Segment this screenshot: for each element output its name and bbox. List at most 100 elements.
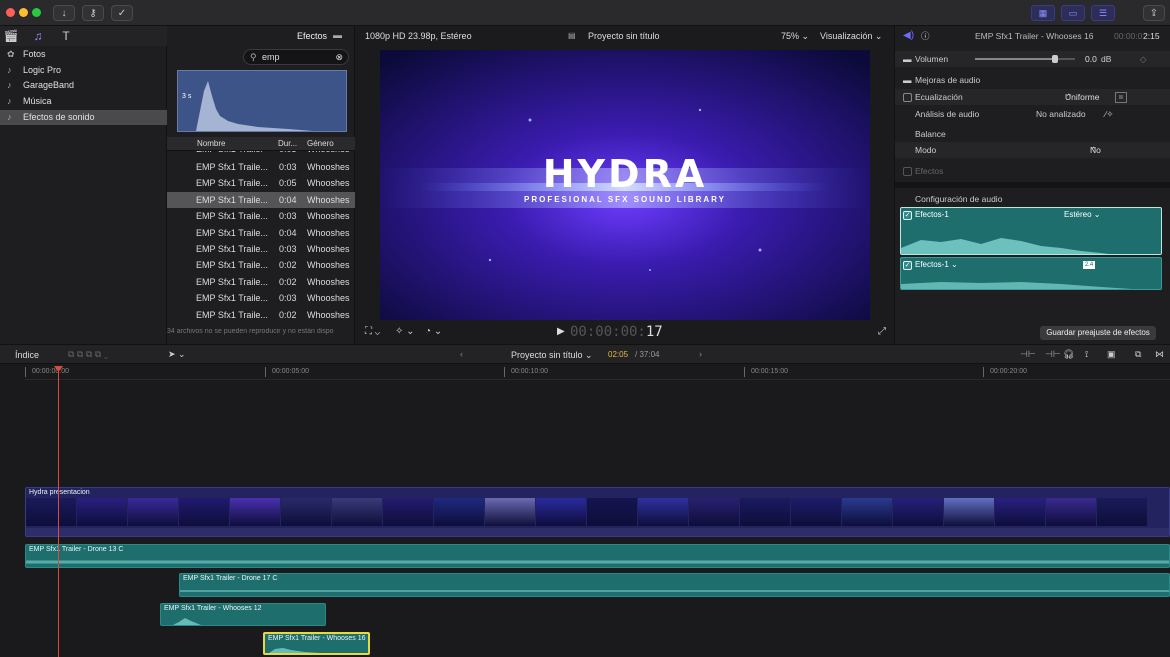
list-item[interactable]: EMP Sfx1 Traile... 0:03 Whooshes: [167, 208, 355, 224]
forward-button[interactable]: ›: [699, 349, 702, 359]
browser-toggle-button[interactable]: ▦: [1031, 5, 1055, 21]
snapping-icon[interactable]: ⟟: [1085, 349, 1088, 360]
list-item[interactable]: EMP Sfx1 Traile... 0:04 Whooshes: [167, 225, 355, 241]
library-item-musica[interactable]: ♪ Música: [0, 94, 167, 109]
audio-clip-drone-13[interactable]: EMP Sfx1 Trailer - Drone 13 C: [25, 544, 1170, 568]
enhance-menu[interactable]: ✧ ⌄: [395, 326, 415, 337]
share-button[interactable]: ⇪: [1143, 5, 1165, 21]
save-preset-button[interactable]: Guardar preajuste de efectos: [1040, 326, 1156, 340]
channel-2-select[interactable]: Efectos-1 ⌄: [915, 260, 958, 269]
inspector-toggle-button[interactable]: ☰: [1091, 5, 1115, 21]
speaker-icon[interactable]: ◀): [903, 28, 914, 44]
info-icon[interactable]: ⓘ: [921, 28, 930, 44]
keyframe-icon[interactable]: ◇: [1140, 51, 1147, 67]
list-item[interactable]: EMP Sfx1 Traile... 0:02 Whooshes: [167, 274, 355, 290]
clear-search-icon[interactable]: ⊗: [335, 50, 343, 64]
eq-select[interactable]: Uniforme ⌃: [1065, 89, 1099, 105]
index-button[interactable]: Índice: [15, 350, 39, 360]
fullscreen-button[interactable]: ⤢: [878, 326, 886, 337]
keywords-button[interactable]: ⚷: [82, 5, 104, 21]
audio-skimming-icon[interactable]: ⊣⊢: [1045, 349, 1061, 360]
minimize-window-button[interactable]: [19, 8, 28, 17]
grid-view-icon: ▦: [1038, 7, 1048, 18]
library-item-garageband[interactable]: ♪ GarageBand: [0, 78, 167, 93]
timeline-ruler[interactable]: 00:00:00:00 00:00:05:00 00:00:10:00 00:0…: [25, 364, 1170, 380]
list-item[interactable]: EMP Sfx1 Traile... 0:04 Whooshes: [167, 191, 355, 208]
zoom-window-button[interactable]: [32, 8, 41, 17]
volume-slider[interactable]: [975, 55, 1075, 63]
background-tasks-button[interactable]: ✓: [111, 5, 133, 21]
channel-1-mode[interactable]: Estéreo ⌄: [1064, 210, 1101, 219]
enhance-icon: ▬: [903, 75, 912, 85]
list-item[interactable]: EMP Sfx1 Traile... 0:05 Whooshes: [167, 175, 355, 191]
filmstrip-frame: [1046, 498, 1096, 526]
list-item[interactable]: EMP Sfx1 Traile... 0:03 Whooshes: [167, 241, 355, 257]
filmstrip-frame: [383, 498, 433, 526]
list-item[interactable]: EMP Sfx1 Traile... 0:03 Whooshes: [167, 159, 355, 175]
close-window-button[interactable]: [6, 8, 15, 17]
mode-select[interactable]: No ⌃: [1090, 142, 1101, 158]
library-item-efectos[interactable]: ♪ Efectos de sonido: [0, 110, 167, 125]
timeline[interactable]: 00:00:00:00 00:00:05:00 00:00:10:00 00:0…: [0, 364, 1170, 657]
browser-title[interactable]: Efectos: [297, 31, 327, 41]
timeline-toggle-button[interactable]: ▭: [1061, 5, 1085, 21]
list-item[interactable]: EMP Sfx1 Traile... 0:02 Whooshes: [167, 257, 355, 273]
zoom-fit-icon[interactable]: ⋈: [1155, 349, 1164, 360]
clip-appearance-icons[interactable]: ⧉ ⧉ ⧉ ⧉ ⌄: [68, 349, 108, 360]
col-duration[interactable]: Dur...: [278, 139, 297, 148]
playhead[interactable]: [58, 366, 59, 657]
list-item[interactable]: EMP Sfx1 Traile... 0:03 Whooshes: [167, 290, 355, 306]
volume-value[interactable]: 0.0: [1085, 51, 1097, 67]
channel-2-checkbox[interactable]: ✓: [903, 261, 912, 270]
zoom-menu[interactable]: 75% ⌄: [781, 31, 809, 42]
eq-bars-icon[interactable]: ıı: [1115, 92, 1127, 103]
filmstrip-frame: [740, 498, 790, 526]
channel-1-clip[interactable]: ✓ Efectos-1 Estéreo ⌄: [900, 207, 1162, 255]
retime-menu[interactable]: ◔ ⌄: [425, 326, 442, 337]
photos-audio-tab[interactable]: ♫: [31, 29, 45, 43]
row-name: EMP Sfx1 Traile...: [196, 293, 268, 304]
timeline-current-time: 02:05: [608, 350, 629, 359]
project-menu[interactable]: Proyecto sin título ⌄: [511, 350, 593, 361]
sound-browser: Efectos ▬ ⚲ emp ⊗ 3 s Nombre Dur... Géne…: [167, 26, 355, 344]
audio-clip-drone-17[interactable]: EMP Sfx1 Trailer - Drone 17 C: [179, 573, 1170, 597]
library-item-logic[interactable]: ♪ Logic Pro: [0, 63, 167, 78]
channel-2-clip[interactable]: ✓ Efectos-1 ⌄ 2.4: [900, 257, 1162, 290]
analysis-value: No analizado: [1036, 109, 1086, 119]
channel-2-waveform: [901, 282, 1132, 289]
transform-menu[interactable]: ⛶ ⌄: [365, 326, 380, 337]
tool-select[interactable]: ➤ ⌄: [168, 349, 186, 360]
libraries-tab[interactable]: 🎬︎: [3, 29, 18, 43]
col-name[interactable]: Nombre: [197, 139, 225, 148]
photos-icon: ✿: [7, 49, 15, 59]
row-genre: Whooshes: [307, 194, 350, 205]
col-genre[interactable]: Género: [307, 139, 334, 148]
video-clip[interactable]: Hydra presentacion: [25, 487, 1170, 537]
channel-1-checkbox[interactable]: ✓: [903, 211, 912, 220]
video-frame[interactable]: HYDRA PROFESIONAL SFX SOUND LIBRARY: [380, 50, 870, 320]
row-duration: 0:05: [279, 178, 297, 189]
play-button[interactable]: ▶: [557, 326, 565, 337]
search-input[interactable]: ⚲ emp ⊗: [243, 49, 349, 65]
film-icon[interactable]: ▣: [1107, 349, 1116, 360]
frame-subtitle: PROFESIONAL SFX SOUND LIBRARY: [523, 195, 726, 204]
audio-clip-whooses-16[interactable]: EMP Sfx1 Trailer - Whooses 16: [263, 632, 370, 655]
panel-divider[interactable]: [895, 182, 1170, 188]
library-item-fotos[interactable]: ✿ Fotos: [0, 47, 167, 62]
headphones-icon[interactable]: 🎧︎: [1063, 349, 1074, 360]
wand-icon[interactable]: ⁄✧: [1105, 106, 1114, 122]
back-button[interactable]: ‹: [460, 349, 463, 359]
list-item[interactable]: EMP Sfx1 Trailer0:03Whooshes: [167, 151, 355, 157]
eq-checkbox[interactable]: [903, 93, 912, 102]
volume-slider-knob[interactable]: [1052, 55, 1058, 63]
filmstrip-frame: [944, 498, 994, 526]
titles-tab[interactable]: T: [59, 29, 73, 43]
import-button[interactable]: ↓: [53, 5, 75, 21]
audio-clip-whooses-12[interactable]: EMP Sfx1 Trailer - Whooses 12: [160, 603, 326, 626]
waveform-preview[interactable]: 3 s: [177, 70, 347, 132]
effects-checkbox[interactable]: [903, 167, 912, 176]
clip-view-icon[interactable]: ⧉: [1135, 349, 1141, 360]
skimming-icon[interactable]: ⊣⊢: [1020, 349, 1036, 360]
list-item[interactable]: EMP Sfx1 Traile... 0:02 Whooshes: [167, 307, 355, 323]
view-menu[interactable]: Visualización ⌄: [820, 31, 882, 42]
